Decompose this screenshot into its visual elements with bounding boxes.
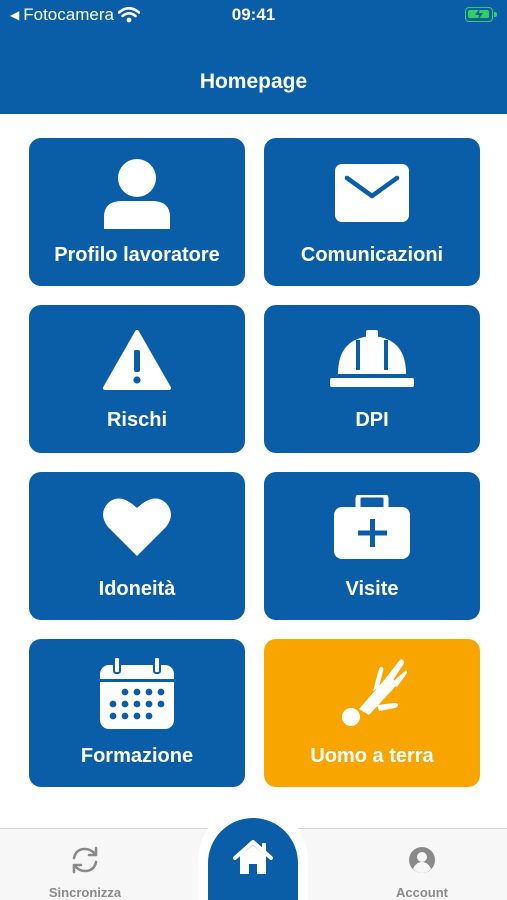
tile-label: DPI	[355, 409, 389, 431]
status-time: 09:41	[231, 5, 276, 24]
falling-person-icon	[264, 657, 480, 731]
home-icon	[233, 840, 273, 881]
tile-dpi[interactable]: DPI	[264, 305, 480, 453]
account-icon	[408, 845, 436, 875]
envelope-icon	[264, 156, 480, 230]
tile-label: Profilo lavoratore	[54, 244, 220, 266]
tile-profilo-lavoratore[interactable]: Profilo lavoratore	[29, 138, 245, 286]
tab-sincronizza[interactable]: Sincronizza	[15, 829, 155, 900]
battery-icon	[465, 7, 497, 22]
heart-icon	[29, 490, 245, 564]
page-title: Homepage	[199, 70, 308, 93]
user-icon	[29, 156, 245, 230]
tile-label: Idoneità	[98, 578, 176, 600]
tile-label: Rischi	[106, 409, 168, 431]
warning-icon	[29, 323, 245, 397]
tile-rischi[interactable]: Rischi	[29, 305, 245, 453]
tab-label: Sincronizza	[48, 885, 122, 900]
tile-label: Visite	[345, 578, 399, 600]
tile-visite[interactable]: Visite	[264, 472, 480, 620]
home-button[interactable]	[208, 818, 298, 900]
tile-uomo-a-terra[interactable]: Uomo a terra	[264, 639, 480, 787]
tile-idoneita[interactable]: Idoneità	[29, 472, 245, 620]
status-bar: ◀ Fotocamera 09:41	[0, 0, 507, 30]
tile-label: Uomo a terra	[310, 745, 434, 767]
tab-label: Account	[396, 885, 448, 900]
tile-label: Comunicazioni	[300, 244, 444, 266]
tile-label: Formazione	[80, 745, 194, 767]
tile-formazione[interactable]: Formazione	[29, 639, 245, 787]
tile-comunicazioni[interactable]: Comunicazioni	[264, 138, 480, 286]
sync-icon	[70, 845, 100, 875]
navigation-bar: Homepage	[0, 30, 507, 114]
medical-kit-icon	[264, 490, 480, 564]
hard-hat-icon	[264, 323, 480, 397]
calendar-icon	[29, 657, 245, 731]
tab-account[interactable]: Account	[352, 829, 492, 900]
menu-grid: Profilo lavoratore Comunicazioni Rischi	[29, 138, 480, 787]
